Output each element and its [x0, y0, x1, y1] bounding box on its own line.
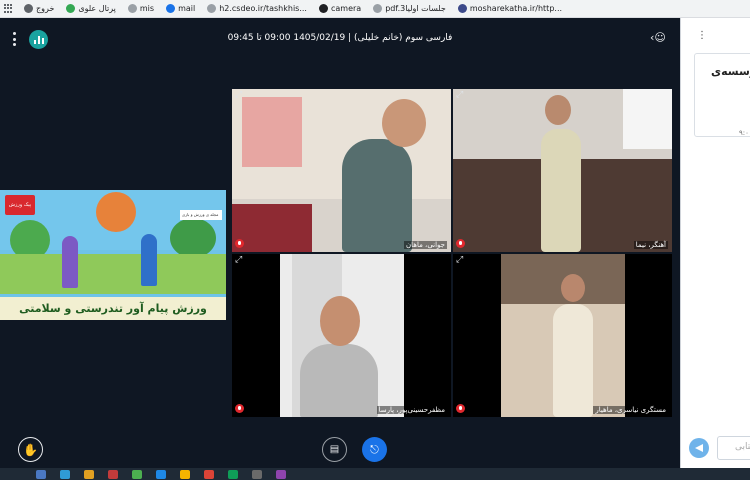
hand-icon: ✋ [23, 442, 38, 457]
taskbar-app-icon[interactable] [60, 469, 70, 479]
taskbar-app-icon[interactable] [132, 469, 142, 479]
participants-icon[interactable]: ‹☺ [650, 31, 666, 44]
person-head [320, 296, 360, 346]
audio-button[interactable]: ⎋ [362, 437, 387, 462]
participant-tile[interactable]: ⤢ مظفرحسینی‌پور، پارسا [232, 254, 451, 417]
video-caption: ورزش پیام آور تندرستی و سلامتی [0, 297, 226, 320]
participant-name: آهنگر، نیما [633, 241, 668, 249]
bookmark-mosharekatha[interactable]: mosharekatha.ir/http... [457, 4, 562, 13]
chat-input[interactable]: کتابی [717, 436, 750, 460]
tree-scene [96, 192, 136, 232]
globe-icon [127, 4, 137, 13]
expand-icon[interactable]: ⤢ [456, 91, 463, 100]
bookmark-logout[interactable]: خروج [24, 4, 54, 13]
meeting-title: فارسی سوم (خانم خلیلی) | 1405/02/19 09:0… [227, 33, 453, 43]
taskbar-app-icon[interactable] [204, 469, 214, 479]
send-icon[interactable] [689, 438, 709, 458]
person-head [545, 95, 571, 125]
participant-name: مستگری نیاسری، ماهیار [593, 406, 668, 414]
mic-off-icon [235, 404, 244, 413]
bookmark-favicon-icon [66, 4, 76, 13]
bookmark-camera[interactable]: camera [318, 4, 361, 13]
taskbar-app-icon[interactable] [36, 469, 46, 479]
expand-icon[interactable]: ⤢ [235, 91, 242, 100]
bookmark-portal[interactable]: پرتال علوی [66, 4, 116, 13]
participant-tile[interactable]: ⤢ جوانی، ماهان [232, 89, 451, 252]
participant-name: مظفرحسینی‌پور، پارسا [376, 406, 447, 414]
taskbar-app-icon[interactable] [156, 469, 166, 479]
grass-scene [0, 254, 226, 294]
chat-message-text: مؤسسه‌ی [711, 65, 750, 78]
taskbar-app-icon[interactable] [252, 469, 262, 479]
taskbar-app-icon[interactable] [180, 469, 190, 479]
bookmarks-bar: خروج پرتال علوی mis mail h2.csdeo.ir/tas… [0, 0, 750, 18]
bed-scene [232, 204, 312, 252]
taskbar-app-icon[interactable] [84, 469, 94, 479]
person-figure [300, 344, 378, 417]
cartoon-child-figure [141, 234, 157, 286]
chat-message-card: مؤسسه‌ی [694, 53, 750, 137]
expand-icon[interactable]: ⤢ [456, 256, 463, 265]
taskbar-app-icon[interactable] [276, 469, 286, 479]
camera-icon [318, 4, 328, 13]
bookmark-mail[interactable]: mail [166, 4, 195, 13]
mic-off-icon [235, 239, 244, 248]
person-figure [553, 304, 593, 417]
tree-scene [170, 218, 216, 258]
mic-off-icon [456, 239, 465, 248]
bookmark-tashkhis[interactable]: h2.csdeo.ir/tashkhis... [207, 4, 307, 13]
person-head [561, 274, 585, 302]
taskbar-app-icon[interactable] [108, 469, 118, 479]
camera-off-icon: ▤ [329, 444, 340, 455]
person-figure [342, 139, 412, 252]
bookmark-favicon-icon [24, 4, 33, 13]
video-side-note: مجله ی ورزش و بازی [180, 210, 222, 220]
participant-tile[interactable]: ⤢ مستگری نیاسری، ماهیار [453, 254, 672, 417]
bookmark-mis[interactable]: mis [127, 4, 154, 13]
window-scene [623, 89, 672, 149]
mic-off-icon [456, 404, 465, 413]
participant-tile[interactable]: ⤢ آهنگر، نیما [453, 89, 672, 252]
cartoon-child-figure [62, 236, 78, 288]
shared-video: پیک ورزش مجله ی ورزش و بازی ورزش پیام آو… [0, 190, 226, 320]
side-panel: ⋮ مؤسسه‌ی ۹:۰ کتابی [680, 18, 750, 468]
apps-grid-icon[interactable] [4, 3, 14, 14]
camera-toggle-button[interactable]: ▤ [322, 437, 347, 462]
participant-name: جوانی، ماهان [403, 241, 447, 249]
bookmark-favicon-icon [166, 4, 176, 13]
more-options-icon[interactable]: ⋮ [697, 30, 707, 41]
person-figure [541, 129, 581, 252]
taskbar [0, 468, 750, 480]
expand-icon[interactable]: ⤢ [235, 256, 242, 265]
meeting-header: فارسی سوم (خانم خلیلی) | 1405/02/19 09:0… [0, 18, 680, 60]
globe-icon [373, 4, 383, 13]
globe-icon [207, 4, 217, 13]
headset-icon: ⎋ [370, 442, 379, 456]
poster-scene [242, 97, 302, 167]
bookmark-pdf[interactable]: pdf.3جلسات اولیا [373, 4, 446, 13]
taskbar-app-icon[interactable] [228, 469, 238, 479]
bookmark-favicon-icon [457, 4, 467, 13]
person-head [382, 99, 426, 147]
raise-hand-button[interactable]: ✋ [18, 437, 43, 462]
chat-timestamp: ۹:۰ [739, 129, 749, 137]
video-badge: پیک ورزش [5, 195, 35, 215]
meeting-area: فارسی سوم (خانم خلیلی) | 1405/02/19 09:0… [0, 18, 680, 468]
